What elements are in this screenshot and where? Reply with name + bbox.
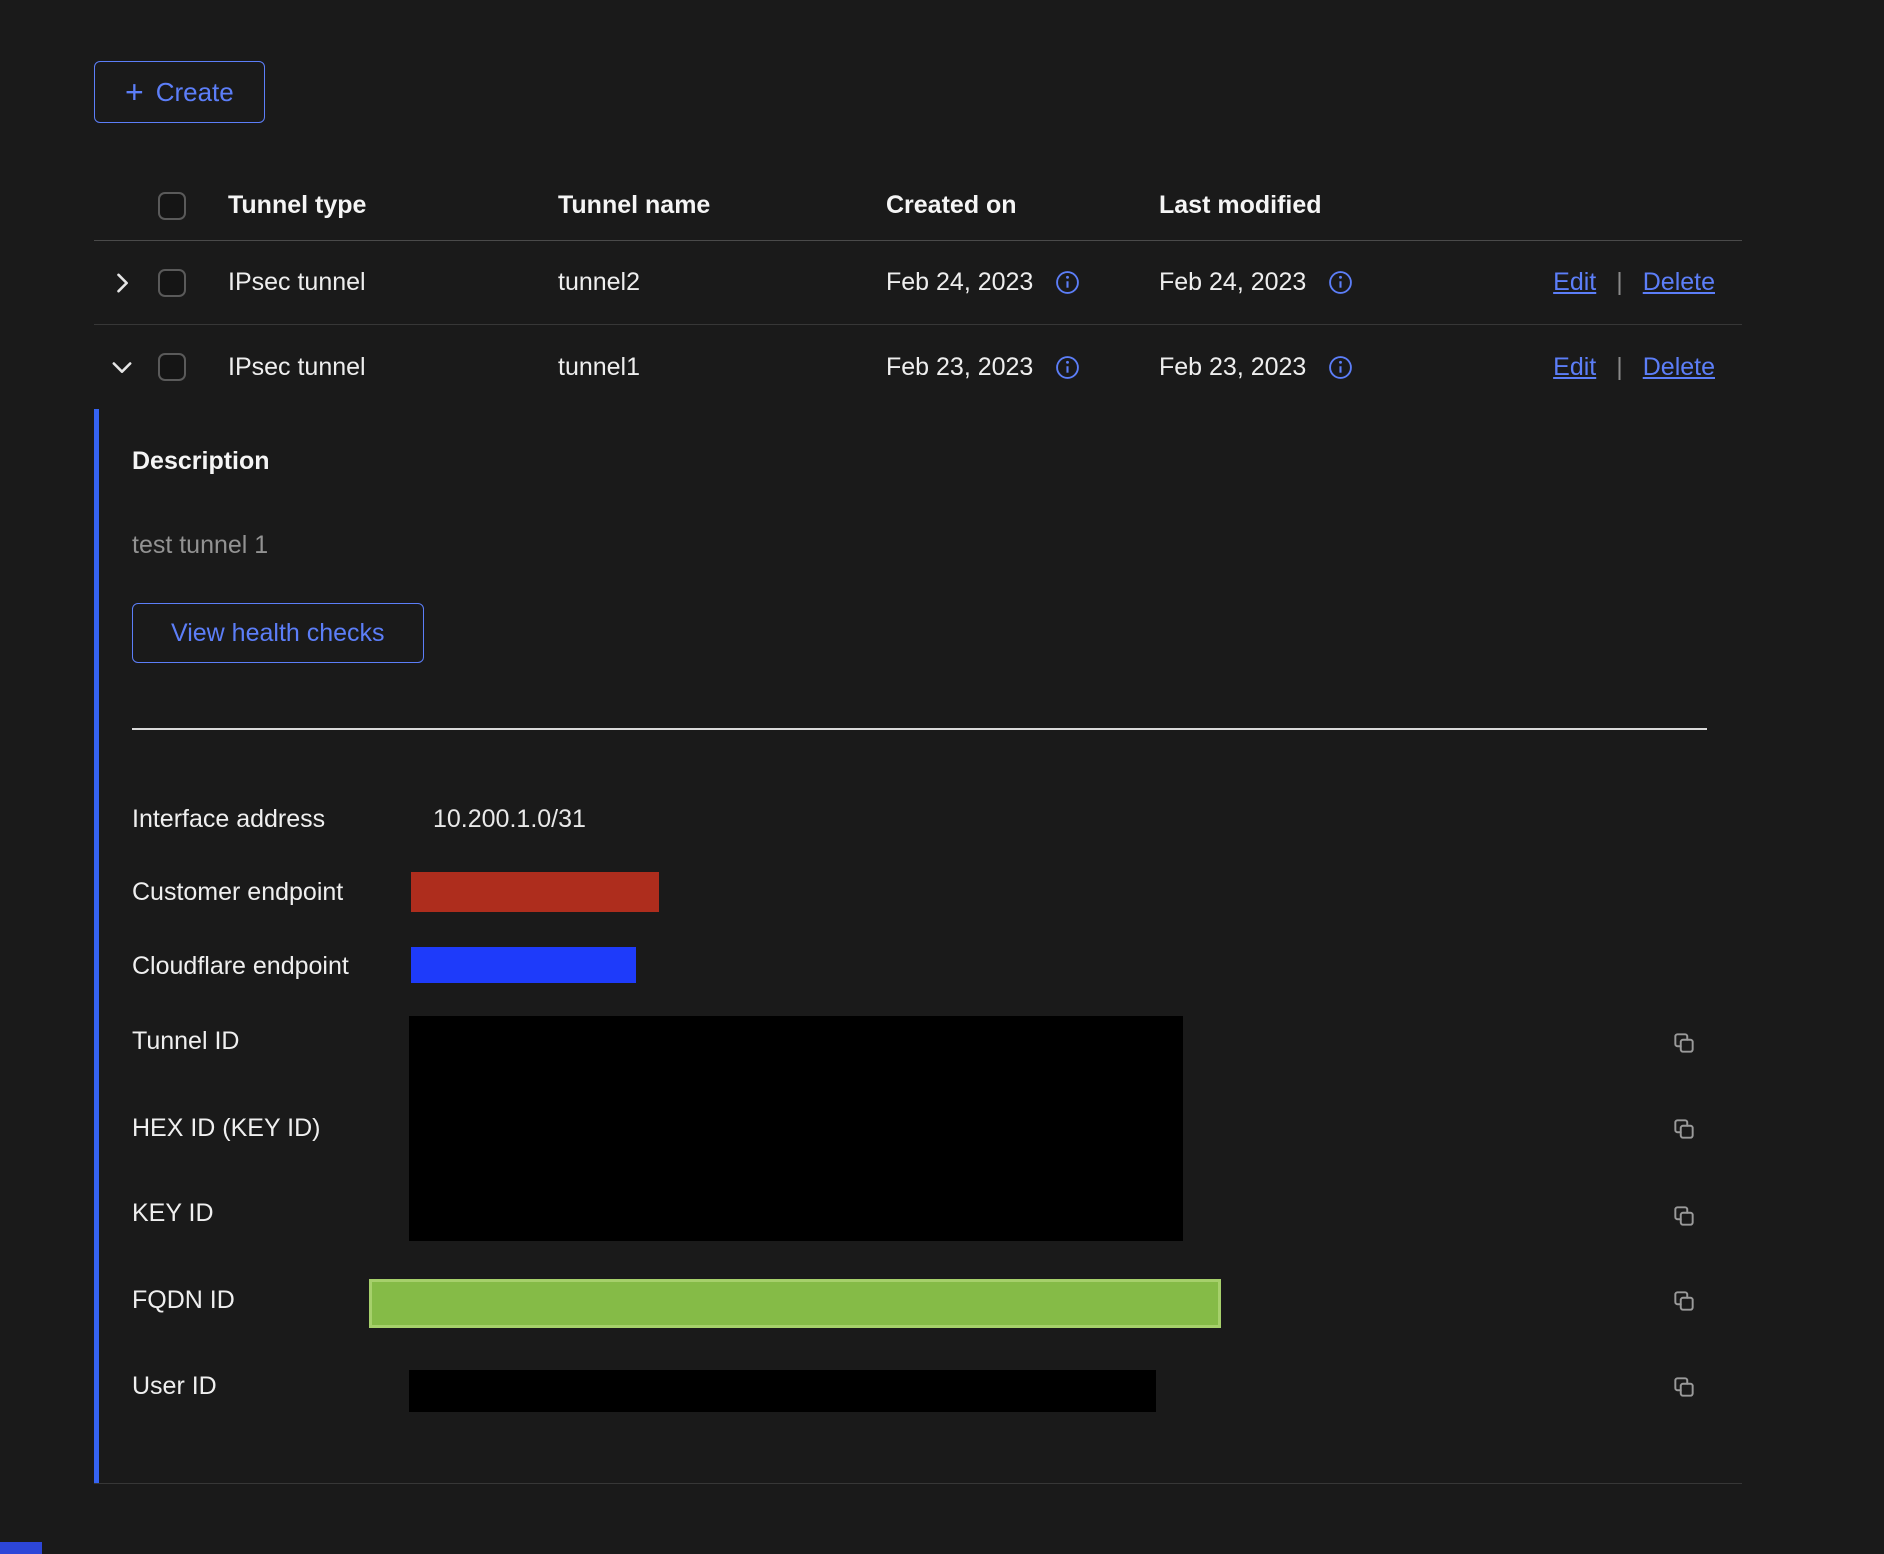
header-last-modified: Last modified <box>1159 191 1542 220</box>
edit-link[interactable]: Edit <box>1553 353 1596 382</box>
copy-icon <box>1671 1288 1697 1314</box>
copy-icon <box>1671 1203 1697 1229</box>
select-all-checkbox[interactable] <box>158 192 186 220</box>
tunnel-id-label: Tunnel ID <box>132 1026 239 1056</box>
info-icon[interactable] <box>1055 355 1080 380</box>
panel-bottom-border <box>94 1483 1742 1484</box>
row-checkbox[interactable] <box>158 353 186 381</box>
cloudflare-endpoint-label: Cloudflare endpoint <box>132 951 349 981</box>
tunnel-type-cell: IPsec tunnel <box>228 353 558 382</box>
table-header-row: Tunnel type Tunnel name Created on Last … <box>94 171 1742 241</box>
row-checkbox[interactable] <box>158 269 186 297</box>
hex-id-label: HEX ID (KEY ID) <box>132 1113 320 1143</box>
tunnel-name-cell: tunnel2 <box>558 268 886 297</box>
created-on-value: Feb 23, 2023 <box>886 353 1033 382</box>
last-modified-value: Feb 23, 2023 <box>1159 353 1306 382</box>
header-tunnel-name: Tunnel name <box>558 191 886 220</box>
corner-scroll-indicator <box>0 1542 42 1554</box>
copy-key-id-button[interactable] <box>1671 1203 1697 1229</box>
collapse-row-button[interactable] <box>108 353 136 381</box>
cloudflare-endpoint-redacted-value <box>411 947 636 983</box>
info-icon[interactable] <box>1328 355 1353 380</box>
tunnel-type-cell: IPsec tunnel <box>228 268 558 297</box>
header-created-on: Created on <box>886 191 1159 220</box>
copy-hex-id-button[interactable] <box>1671 1116 1697 1142</box>
copy-icon <box>1671 1030 1697 1056</box>
description-value: test tunnel 1 <box>132 531 268 560</box>
delete-link[interactable]: Delete <box>1643 268 1715 297</box>
expanded-indicator-bar <box>94 409 99 1484</box>
table-row-tunnel2: IPsec tunnel tunnel2 Feb 24, 2023 Feb 24… <box>94 241 1742 325</box>
user-id-redacted-value <box>409 1370 1156 1412</box>
header-tunnel-type: Tunnel type <box>228 191 558 220</box>
copy-icon <box>1671 1374 1697 1400</box>
copy-icon <box>1671 1116 1697 1142</box>
info-icon[interactable] <box>1055 270 1080 295</box>
customer-endpoint-redacted-value <box>411 872 659 912</box>
last-modified-value: Feb 24, 2023 <box>1159 268 1306 297</box>
created-on-value: Feb 24, 2023 <box>886 268 1033 297</box>
chevron-right-icon <box>108 269 136 297</box>
edit-link[interactable]: Edit <box>1553 268 1596 297</box>
tunnels-table: Tunnel type Tunnel name Created on Last … <box>94 171 1742 1484</box>
tunnel-name-cell: tunnel1 <box>558 353 886 382</box>
copy-fqdn-id-button[interactable] <box>1671 1288 1697 1314</box>
plus-icon: + <box>125 76 144 108</box>
info-icon[interactable] <box>1328 270 1353 295</box>
fqdn-id-redacted-value <box>369 1279 1221 1328</box>
description-label: Description <box>132 447 270 476</box>
fqdn-id-label: FQDN ID <box>132 1285 235 1315</box>
tunnels-page: + Create Tunnel type Tunnel name Created… <box>0 0 1884 1484</box>
interface-address-value: 10.200.1.0/31 <box>433 804 586 834</box>
user-id-label: User ID <box>132 1371 217 1401</box>
ids-redacted-values <box>409 1016 1183 1241</box>
view-health-checks-button[interactable]: View health checks <box>132 603 424 663</box>
table-row-tunnel1: IPsec tunnel tunnel1 Feb 23, 2023 Feb 23… <box>94 325 1742 409</box>
tunnel-details-panel: Description test tunnel 1 View health ch… <box>94 409 1742 1484</box>
delete-link[interactable]: Delete <box>1643 353 1715 382</box>
chevron-down-icon <box>108 353 136 381</box>
create-button[interactable]: + Create <box>94 61 265 123</box>
expand-row-button[interactable] <box>108 269 136 297</box>
key-id-label: KEY ID <box>132 1198 214 1228</box>
customer-endpoint-label: Customer endpoint <box>132 877 343 907</box>
copy-user-id-button[interactable] <box>1671 1374 1697 1400</box>
actions-separator: | <box>1616 268 1623 297</box>
panel-divider <box>132 728 1707 730</box>
interface-address-label: Interface address <box>132 804 325 834</box>
create-button-label: Create <box>156 77 234 108</box>
copy-tunnel-id-button[interactable] <box>1671 1030 1697 1056</box>
actions-separator: | <box>1616 353 1623 382</box>
